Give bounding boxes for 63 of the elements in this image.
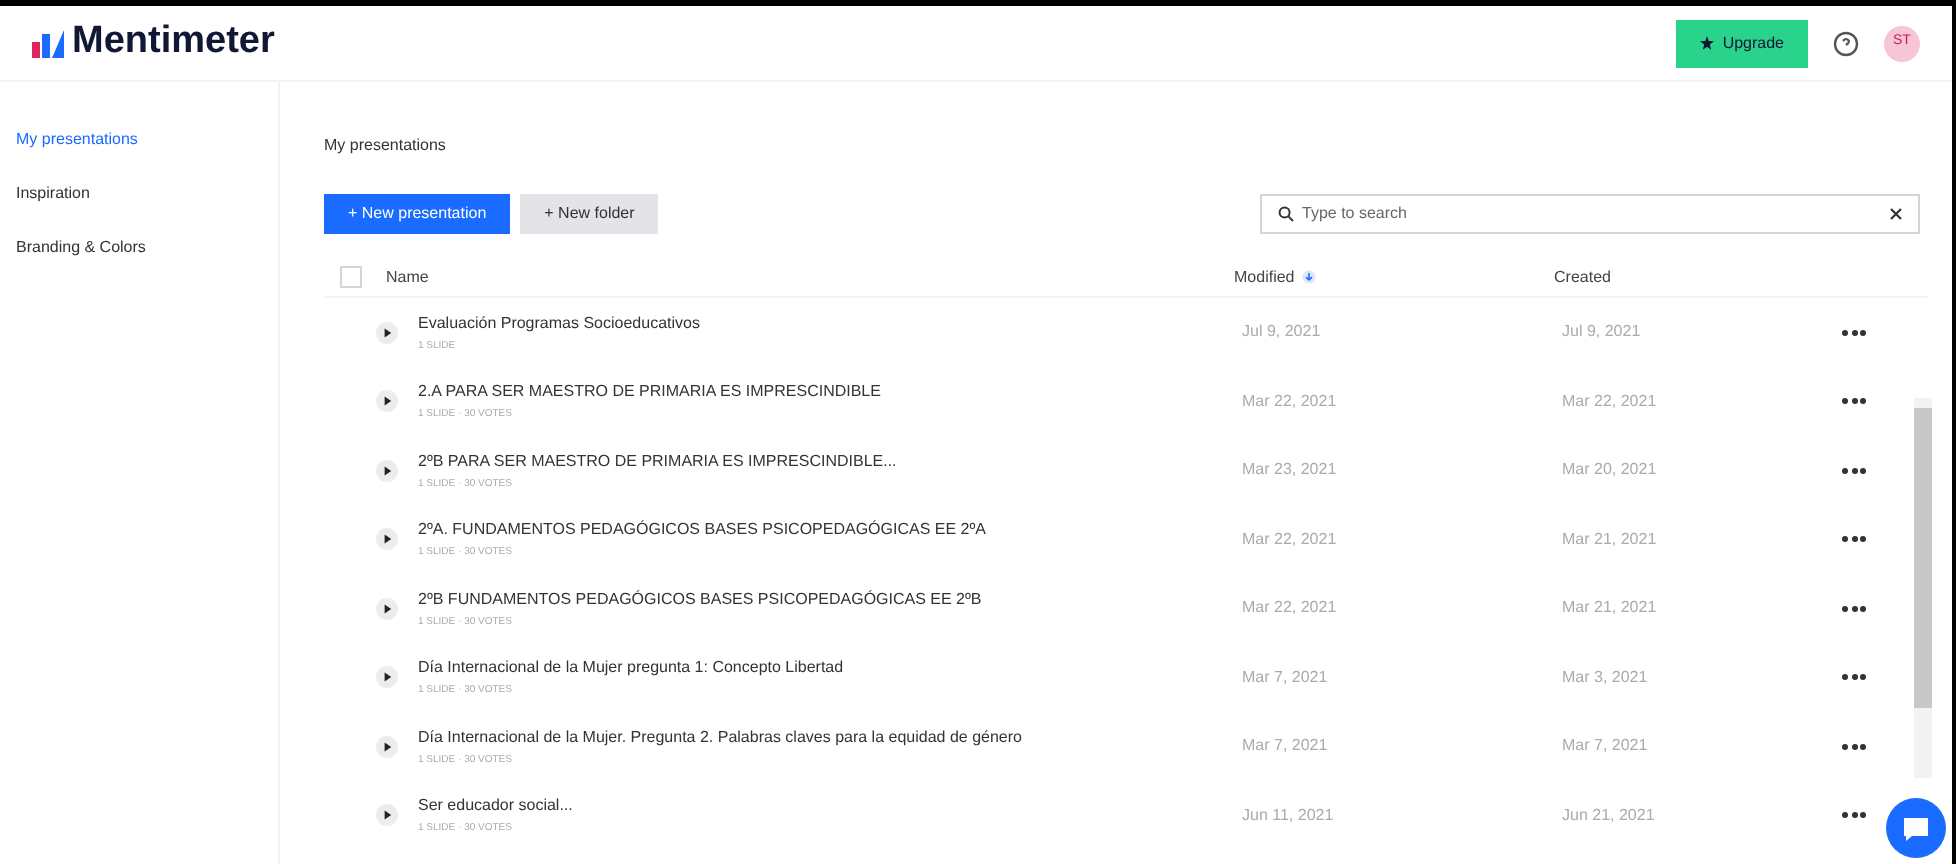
more-options-icon[interactable] [1842, 674, 1866, 681]
star-icon [1700, 36, 1715, 50]
select-all-checkbox[interactable] [340, 266, 362, 288]
search-field[interactable]: Type to search [1302, 202, 1890, 226]
sidebar-item[interactable]: Branding & Colors [16, 230, 278, 266]
table-cell-text: Jun 11, 2021 [1242, 803, 1336, 828]
column-header[interactable]: Created [1554, 265, 1611, 289]
presentation-title[interactable]: 2.A PARA SER MAESTRO DE PRIMARIA ES IMPRESCINDIBLE [418, 380, 1242, 404]
table-cell-text: Mar 7, 2021 [1562, 734, 1650, 759]
presentation-title[interactable]: Día Internacional de la Mujer. Pregunta 2. Palabras claves para la equidad de género [418, 725, 1242, 749]
more-options-icon[interactable] [1842, 605, 1866, 612]
presentation-title[interactable]: 2ºA. FUNDAMENTOS PEDAGÓGICOS BASES PSICOPEDAGÓGICAS EE 2ºA [418, 518, 1242, 542]
chat-button[interactable] [1886, 798, 1946, 858]
presentation-title[interactable]: Ser educador social... [418, 794, 1242, 818]
table-cell-text: Mar 23, 2021 [1242, 458, 1339, 483]
table-cell-text: Mar 7, 2021 [1242, 734, 1330, 759]
more-options-icon[interactable] [1842, 812, 1866, 819]
chat-icon [1902, 815, 1930, 841]
presentation-title[interactable]: Evaluación Programas Socioeducativos [418, 311, 1242, 335]
sidebar-item[interactable]: Inspiration [16, 176, 278, 212]
play-icon[interactable] [376, 597, 398, 620]
search-icon [1278, 206, 1294, 222]
more-options-icon[interactable] [1842, 536, 1866, 543]
scrollbar[interactable] [1914, 398, 1932, 778]
play-icon[interactable] [376, 666, 398, 689]
sort-down-icon[interactable] [1302, 270, 1317, 284]
presentation-title[interactable]: 2ºB FUNDAMENTOS PEDAGÓGICOS BASES PSICOPEDAGÓGICAS EE 2ºB [418, 587, 1242, 611]
more-options-icon[interactable] [1842, 329, 1866, 336]
table-cell-text: Mar 21, 2021 [1562, 596, 1659, 621]
column-header[interactable]: Modified [1234, 265, 1554, 289]
page-title: My presentations [324, 134, 448, 158]
close-icon[interactable] [1890, 208, 1902, 220]
table-cell-text: Mar 21, 2021 [1562, 527, 1659, 552]
table-cell-text: Jun 21, 2021 [1562, 803, 1657, 828]
play-icon[interactable] [376, 459, 398, 482]
play-icon[interactable] [376, 390, 398, 413]
play-icon[interactable] [376, 735, 398, 758]
table-cell-text: Mar 22, 2021 [1242, 389, 1339, 414]
table-cell-text: Jul 9, 2021 [1242, 320, 1323, 345]
upgrade-button[interactable]: Upgrade [1676, 19, 1808, 67]
presentation-title[interactable]: 2ºB PARA SER MAESTRO DE PRIMARIA ES IMPRESCINDIBLE... [418, 449, 1242, 473]
sidebar-item[interactable]: My presentations [16, 122, 278, 158]
table-cell-text: Jul 9, 2021 [1562, 320, 1643, 345]
table-cell-text: Mar 20, 2021 [1562, 458, 1659, 483]
table-cell-text: Mar 22, 2021 [1242, 596, 1339, 621]
search-bar[interactable]: Type to search [1260, 194, 1920, 234]
table-cell-text: Mar 3, 2021 [1562, 665, 1650, 690]
column-header[interactable]: Name [386, 265, 1234, 289]
presentation-title[interactable]: Día Internacional de la Mujer pregunta 1: Concepto Libertad [418, 656, 1242, 680]
more-options-icon[interactable] [1842, 743, 1866, 750]
new-folder-button[interactable]: + New folder [520, 194, 659, 234]
logo-text: Mentimeter [72, 18, 275, 67]
table-cell-text: Mar 22, 2021 [1242, 527, 1339, 552]
play-icon[interactable] [376, 804, 398, 827]
more-options-icon[interactable] [1842, 467, 1866, 474]
new-presentation-button[interactable]: + New presentation [324, 194, 511, 234]
table-cell-text: Mar 22, 2021 [1562, 389, 1659, 414]
logo-icon [32, 29, 64, 57]
play-icon[interactable] [376, 528, 398, 551]
more-options-icon[interactable] [1842, 398, 1866, 405]
table-cell-text: Mar 7, 2021 [1242, 665, 1330, 690]
help-icon[interactable] [1832, 29, 1860, 57]
play-icon[interactable] [376, 321, 398, 344]
